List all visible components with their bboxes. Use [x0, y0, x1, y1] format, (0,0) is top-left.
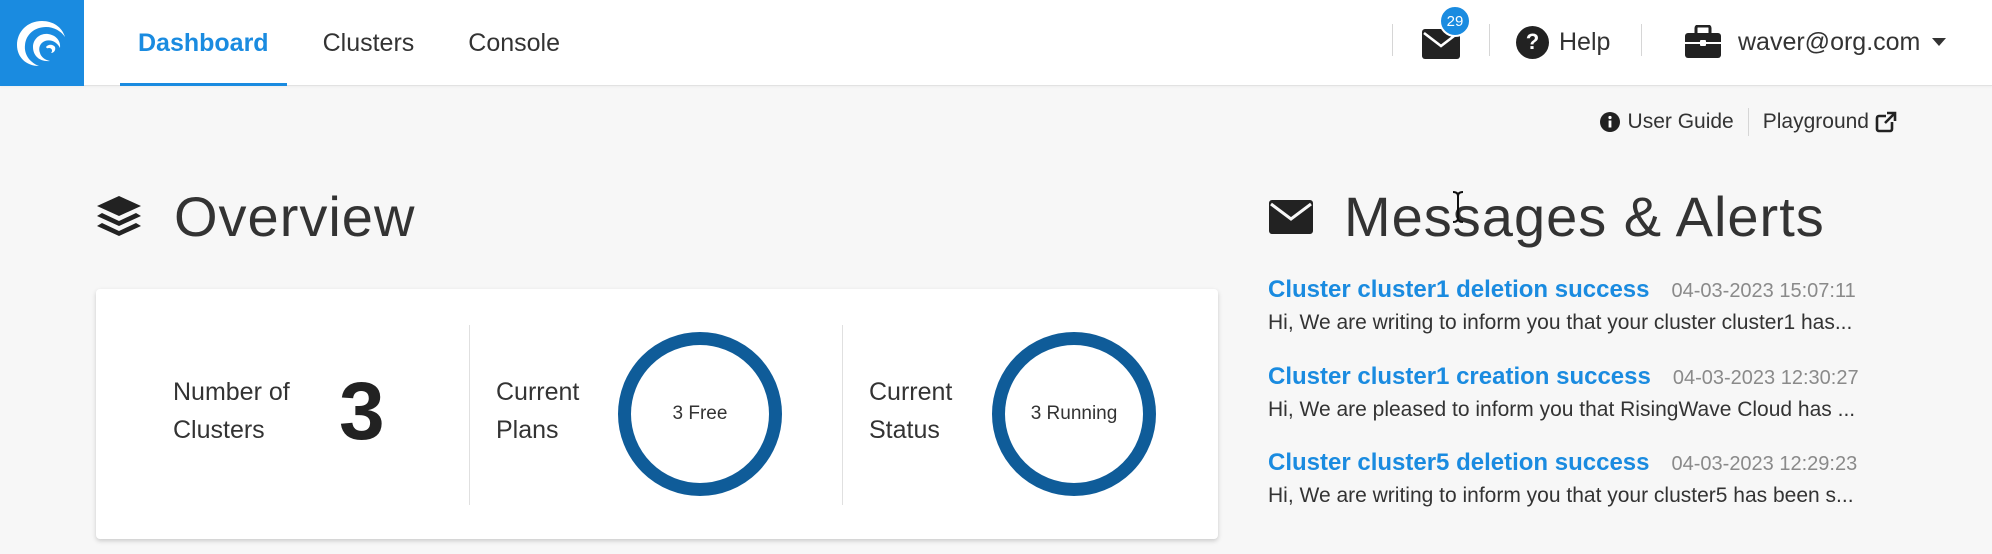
header-divider	[1392, 24, 1393, 56]
message-title[interactable]: Cluster cluster5 deletion success	[1268, 449, 1650, 477]
quick-links: User Guide Playground	[1599, 108, 1897, 136]
top-navigation-bar: Dashboard Clusters Console 29 ? Help wav…	[0, 0, 1992, 86]
header-divider	[1641, 24, 1642, 56]
user-email: waver@org.com	[1738, 27, 1921, 56]
message-time: 04-03-2023 12:30:27	[1672, 367, 1859, 389]
layers-icon	[97, 195, 141, 236]
message-time: 04-03-2023 15:07:11	[1671, 280, 1856, 302]
help-button[interactable]: ? Help	[1516, 22, 1610, 62]
message-item[interactable]: Cluster cluster1 creation success 04-03-…	[1268, 363, 1908, 422]
plans-label: Current Plans	[496, 378, 580, 444]
unread-count-badge: 29	[1439, 5, 1471, 37]
question-circle-icon: ?	[1516, 25, 1549, 59]
status-label: Current Status	[869, 378, 953, 444]
main-nav: Dashboard Clusters Console	[120, 0, 596, 86]
playground-link[interactable]: Playground	[1763, 110, 1897, 134]
nav-clusters[interactable]: Clusters	[305, 0, 433, 86]
clusters-count-value: 3	[339, 366, 385, 457]
clusters-count-label: Number of Clusters	[173, 378, 290, 444]
help-label: Help	[1559, 27, 1611, 56]
overview-title: Overview	[174, 185, 416, 248]
envelope-icon	[1269, 199, 1313, 234]
messages-heading: Messages & Alerts	[1268, 184, 1825, 249]
status-ring: 3 Running	[992, 332, 1156, 496]
plans-value: 3 Free	[672, 403, 728, 424]
status-value: 3 Running	[1030, 403, 1118, 424]
message-preview: Hi, We are writing to inform you that yo…	[1268, 311, 1853, 334]
message-item[interactable]: Cluster cluster5 deletion success 04-03-…	[1268, 449, 1908, 508]
message-preview: Hi, We are pleased to inform you that Ri…	[1268, 398, 1856, 421]
caret-down-icon	[1932, 38, 1947, 46]
user-guide-label: User Guide	[1627, 110, 1734, 133]
card-divider	[842, 325, 843, 505]
nav-dashboard[interactable]: Dashboard	[120, 0, 287, 86]
external-link-icon	[1875, 111, 1897, 133]
message-time: 04-03-2023 12:29:23	[1671, 453, 1858, 475]
card-divider	[469, 325, 470, 505]
user-menu[interactable]: waver@org.com	[1684, 22, 1947, 62]
text-cursor-icon	[1452, 191, 1464, 223]
overview-card: Number of Clusters 3 Current Plans 3 Fre…	[96, 289, 1218, 539]
message-item[interactable]: Cluster cluster1 deletion success 04-03-…	[1268, 276, 1908, 335]
message-preview: Hi, We are writing to inform you that yo…	[1268, 484, 1854, 507]
playground-label: Playground	[1762, 110, 1869, 133]
info-circle-icon	[1599, 112, 1620, 132]
messages-title: Messages & Alerts	[1344, 185, 1825, 248]
overview-heading: Overview	[96, 184, 415, 249]
nav-console[interactable]: Console	[450, 0, 578, 86]
message-title[interactable]: Cluster cluster1 deletion success	[1268, 276, 1650, 304]
user-guide-link[interactable]: User Guide	[1599, 110, 1734, 134]
risingwave-logo-icon[interactable]	[0, 0, 84, 86]
briefcase-icon	[1685, 25, 1721, 58]
link-divider	[1747, 108, 1749, 136]
header-divider	[1489, 24, 1490, 56]
plans-ring: 3 Free	[618, 332, 782, 496]
message-title[interactable]: Cluster cluster1 creation success	[1268, 363, 1651, 391]
